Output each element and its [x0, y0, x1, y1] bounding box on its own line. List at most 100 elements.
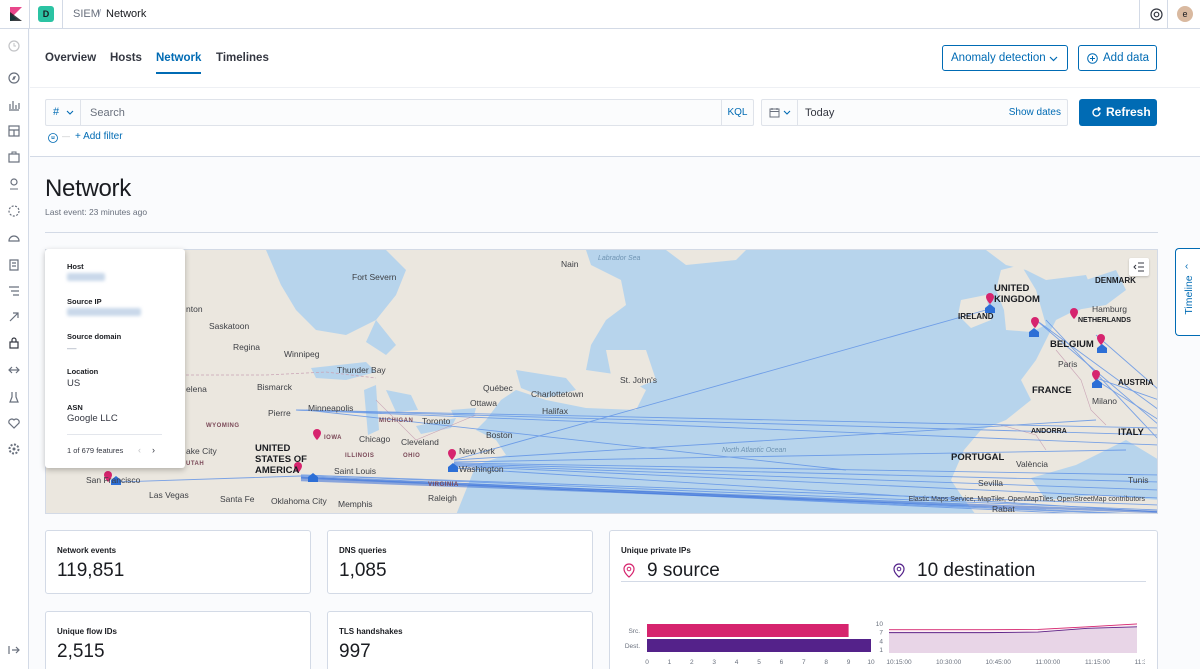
show-dates-link[interactable]: Show dates	[1009, 107, 1061, 118]
chevron-down-icon	[66, 110, 74, 115]
map-label: San Francisco	[86, 475, 141, 485]
map-label: Boston	[486, 430, 513, 440]
heartbeat-icon[interactable]	[7, 416, 21, 430]
x-tick-label: 10:45:00	[986, 659, 1012, 666]
map-label: Memphis	[338, 499, 373, 509]
x-tick-label: 2	[690, 659, 694, 666]
x-tick-label: 8	[824, 659, 828, 666]
panel-divider	[621, 581, 1146, 582]
x-tick-label: 10	[867, 659, 875, 666]
hash-symbol: #	[53, 106, 60, 118]
dashboard-icon[interactable]	[7, 124, 21, 138]
dns-queries-label: DNS queries	[339, 546, 387, 555]
chevron-down-icon	[1049, 56, 1058, 62]
map-label: Rabat	[992, 504, 1015, 514]
maps-icon[interactable]	[7, 177, 21, 191]
siem-icon[interactable]	[7, 336, 21, 350]
network-map[interactable]: Fort Severn Nain Labrador Sea Saskatoon …	[45, 249, 1158, 514]
management-gear-icon[interactable]	[7, 442, 21, 456]
map-label: Denmark	[1095, 276, 1136, 285]
search-input[interactable]: Search	[90, 107, 125, 119]
breadcrumb-siem[interactable]: SIEM	[73, 8, 100, 20]
map-label: Saskatoon	[209, 321, 250, 331]
private-ips-area-chart: 1 47 10 10:15:00 10:30:00 10:45:00 11:00:00 11:…	[876, 621, 1145, 666]
space-avatar[interactable]: D	[38, 6, 54, 22]
refresh-button[interactable]: Refresh	[1079, 99, 1157, 126]
kql-toggle[interactable]: KQL	[721, 100, 753, 125]
date-picker: Today Show dates	[761, 99, 1068, 126]
add-data-label: Add data	[1103, 52, 1150, 64]
stack-monitoring-icon[interactable]	[7, 390, 21, 404]
unique-destination-ips-value: 10 destination	[917, 560, 1036, 581]
map-feature-tooltip: Host Source IP Source domain — Location …	[45, 249, 185, 468]
unique-source-ips-value: 9 source	[647, 560, 720, 581]
chevron-left-icon[interactable]: ‹	[138, 445, 141, 455]
map-label: Halifax	[542, 406, 568, 416]
divider	[1139, 0, 1140, 29]
breadcrumb-network: Network	[106, 8, 147, 20]
tooltip-location-value: US	[67, 378, 81, 389]
map-label: Winnipeg	[284, 349, 320, 359]
map-label: St. John's	[620, 375, 658, 385]
add-data-button[interactable]: Add data	[1078, 45, 1157, 71]
map-label: Ireland	[958, 312, 994, 321]
bar-dest[interactable]	[647, 639, 871, 652]
tab-overview[interactable]: Overview	[45, 52, 96, 64]
tab-hosts[interactable]: Hosts	[110, 52, 142, 64]
help-icon[interactable]	[1150, 8, 1163, 21]
map-label: Iowa	[324, 435, 342, 441]
bar-src[interactable]	[647, 624, 849, 637]
chevron-right-icon[interactable]: ›	[152, 445, 155, 455]
filter-menu-icon[interactable]	[48, 133, 58, 143]
collapse-nav-icon[interactable]	[7, 643, 21, 657]
map-label: Portugal	[951, 452, 1005, 463]
active-tab-indicator	[156, 72, 201, 74]
logs-icon[interactable]	[7, 258, 21, 272]
top-header: D SIEM / Network e	[0, 0, 1200, 29]
kibana-logo-icon[interactable]	[8, 6, 24, 22]
map-label: Wyoming	[206, 423, 240, 429]
add-filter-link[interactable]: + Add filter	[75, 131, 123, 142]
user-avatar[interactable]: e	[1177, 6, 1193, 22]
map-label: Las Vegas	[149, 490, 189, 500]
ml-icon[interactable]	[7, 204, 21, 218]
x-tick-label: 0	[645, 659, 649, 666]
map-label: Illinois	[345, 453, 375, 459]
tooltip-source-domain-label: Source domain	[67, 332, 122, 341]
uptime-icon[interactable]	[7, 310, 21, 324]
x-tick-label: 10:30:00	[936, 659, 962, 666]
layer-control-toggle[interactable]	[1129, 258, 1149, 276]
map-label: Charlottetown	[531, 389, 584, 399]
apm-icon[interactable]	[7, 284, 21, 298]
destination-location-icon	[893, 563, 905, 578]
y-tick-label: 1	[879, 647, 883, 654]
visualize-icon[interactable]	[7, 98, 21, 112]
discover-icon[interactable]	[7, 71, 21, 85]
anomaly-detection-button[interactable]: Anomaly detection	[942, 45, 1068, 71]
infrastructure-icon[interactable]	[7, 231, 21, 245]
map-label: Ottawa	[470, 398, 497, 408]
tls-handshakes-label: TLS handshakes	[339, 627, 403, 636]
tab-network[interactable]: Network	[156, 52, 201, 64]
source-location-icon	[623, 563, 635, 578]
quick-select-button[interactable]	[762, 100, 798, 125]
map-attribution[interactable]: Elastic Maps Service, MapTiler, OpenMapT…	[909, 496, 1145, 503]
dev-tools-icon[interactable]	[7, 363, 21, 377]
x-tick-label: 10:15:00	[886, 659, 912, 666]
tab-timelines[interactable]: Timelines	[216, 52, 269, 64]
refresh-label: Refresh	[1106, 105, 1151, 119]
tooltip-source-ip-label: Source IP	[67, 297, 102, 306]
network-events-panel: Network events 119,851	[45, 530, 311, 594]
map-label: Fort Severn	[352, 272, 397, 282]
recent-icon[interactable]	[7, 39, 21, 53]
timeline-flyout-button[interactable]: ‹ Timeline	[1175, 248, 1200, 336]
header-divider	[30, 87, 1200, 88]
unique-private-ips-label: Unique private IPs	[621, 546, 691, 555]
bar-category-label: Dest.	[625, 643, 640, 650]
query-bar: # Search KQL	[45, 99, 754, 126]
query-language-menu[interactable]: #	[46, 100, 81, 125]
tooltip-divider	[67, 434, 162, 435]
date-range-value[interactable]: Today	[805, 107, 834, 119]
canvas-icon[interactable]	[7, 150, 21, 164]
private-ips-bar-chart: Src. Dest. 0 1 2 3 4 5 6 7 8 9 10	[625, 624, 875, 666]
